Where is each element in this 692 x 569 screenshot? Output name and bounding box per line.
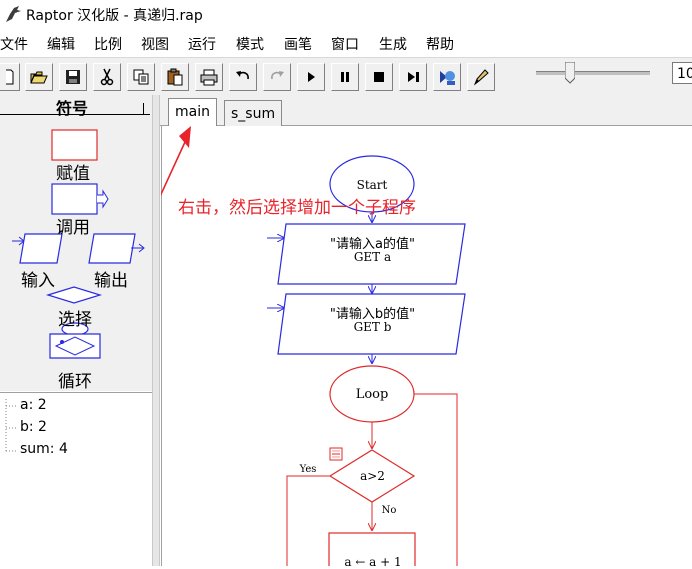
stop-button[interactable] bbox=[365, 63, 393, 91]
play-icon bbox=[308, 72, 315, 82]
window-title: Raptor 汉化版 - 真递归.rap bbox=[26, 8, 203, 24]
header-tick bbox=[143, 103, 144, 115]
copy-button[interactable] bbox=[127, 63, 155, 91]
pause-icon bbox=[341, 72, 349, 82]
assignment-symbol[interactable] bbox=[51, 129, 98, 161]
tab-strip: main s_sum bbox=[160, 95, 692, 127]
test-server-button[interactable] bbox=[433, 63, 461, 91]
pen-icon bbox=[473, 69, 489, 86]
cut-button[interactable] bbox=[93, 63, 121, 91]
menu-window[interactable]: 窗口 bbox=[331, 34, 359, 54]
header-underline bbox=[0, 114, 150, 115]
undo-button[interactable] bbox=[229, 63, 257, 91]
test-server-icon bbox=[440, 71, 455, 85]
zoom-combo[interactable]: 10 bbox=[672, 62, 692, 84]
menu-edit[interactable]: 编辑 bbox=[47, 34, 75, 54]
select-label: 选择 bbox=[58, 310, 92, 330]
output-label: 输出 bbox=[94, 271, 128, 291]
variables-panel: a: 2 b: 2 sum: 4 bbox=[0, 392, 152, 567]
cut-icon bbox=[100, 68, 114, 86]
menu-scale[interactable]: 比例 bbox=[94, 34, 122, 54]
tab-s-sum[interactable]: s_sum bbox=[224, 100, 283, 127]
input-a-cmd: GET a bbox=[353, 250, 392, 264]
speed-slider-thumb[interactable] bbox=[565, 62, 576, 84]
step-icon bbox=[408, 72, 419, 82]
save-button[interactable] bbox=[59, 63, 87, 91]
save-icon bbox=[66, 70, 80, 84]
raptor-app-icon bbox=[6, 6, 21, 22]
annotation-text: 右击，然后选择增加一个子程序 bbox=[178, 198, 416, 218]
input-symbol[interactable] bbox=[19, 233, 63, 264]
menu-help[interactable]: 帮助 bbox=[426, 34, 454, 54]
collapse-toggle[interactable] bbox=[329, 447, 343, 461]
paste-button[interactable] bbox=[161, 63, 189, 91]
menu-generate[interactable]: 生成 bbox=[379, 34, 407, 54]
toolbar bbox=[0, 57, 692, 96]
copy-icon bbox=[133, 69, 149, 85]
redo-icon bbox=[271, 71, 284, 80]
variable-item[interactable]: a: 2 bbox=[20, 397, 47, 413]
open-button[interactable] bbox=[25, 63, 53, 91]
pen-button[interactable] bbox=[467, 63, 495, 91]
print-icon bbox=[200, 69, 218, 86]
variable-item[interactable]: b: 2 bbox=[20, 419, 47, 435]
pause-button[interactable] bbox=[331, 63, 359, 91]
title-bar: Raptor 汉化版 - 真递归.rap bbox=[0, 0, 692, 28]
call-label: 调用 bbox=[56, 218, 90, 238]
output-symbol[interactable] bbox=[88, 233, 136, 264]
tree-lines bbox=[5, 399, 16, 452]
no-label: No bbox=[381, 505, 397, 516]
input-b-cmd: GET b bbox=[353, 320, 392, 334]
assign-label: 赋值 bbox=[56, 164, 90, 184]
menu-view[interactable]: 视图 bbox=[141, 34, 169, 54]
menu-ink[interactable]: 画笔 bbox=[284, 34, 312, 54]
menu-run[interactable]: 运行 bbox=[188, 34, 216, 54]
run-button[interactable] bbox=[297, 63, 325, 91]
panel-splitter[interactable] bbox=[152, 95, 160, 566]
symbols-panel: 符号 赋值 调用 输入 输出 选择 循环 bbox=[0, 95, 152, 392]
menu-file[interactable]: 文件 bbox=[0, 34, 28, 54]
start-label: Start bbox=[356, 178, 388, 192]
speed-slider-track[interactable] bbox=[536, 71, 650, 75]
redo-button[interactable] bbox=[263, 63, 291, 91]
new-icon bbox=[6, 69, 14, 85]
assign-label-text: a ← a + 1 bbox=[344, 555, 402, 569]
variable-item[interactable]: sum: 4 bbox=[20, 441, 68, 457]
new-button[interactable] bbox=[0, 63, 20, 91]
tab-main[interactable]: main bbox=[168, 98, 217, 126]
call-symbol[interactable] bbox=[51, 183, 98, 215]
symbols-header: 符号 bbox=[56, 99, 89, 118]
input-label: 输入 bbox=[21, 271, 55, 291]
loop-label-text: Loop bbox=[355, 387, 389, 402]
loop-label: 循环 bbox=[58, 372, 92, 392]
open-icon bbox=[30, 71, 48, 84]
yes-label: Yes bbox=[299, 464, 317, 475]
condition-label: a>2 bbox=[360, 469, 385, 483]
stop-icon bbox=[374, 72, 384, 82]
step-button[interactable] bbox=[399, 63, 427, 91]
print-button[interactable] bbox=[195, 63, 223, 91]
flowchart bbox=[161, 126, 466, 566]
selection-symbol[interactable] bbox=[45, 286, 103, 304]
menu-mode[interactable]: 模式 bbox=[236, 34, 264, 54]
menu-bar: 文件 编辑 比例 视图 运行 模式 画笔 窗口 生成 帮助 bbox=[0, 30, 692, 56]
paste-icon bbox=[167, 68, 183, 86]
undo-icon bbox=[236, 71, 249, 80]
